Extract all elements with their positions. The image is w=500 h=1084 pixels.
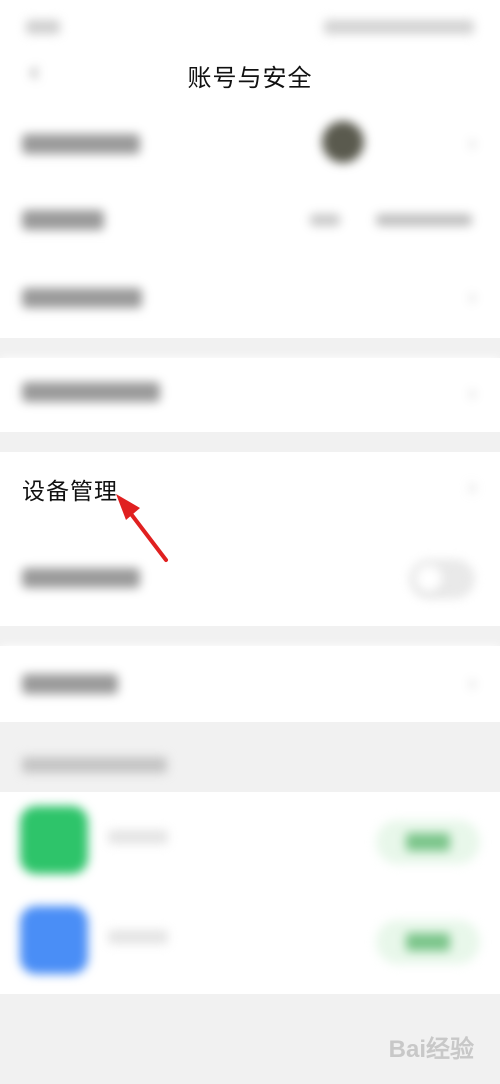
blue-app-icon — [20, 906, 88, 974]
chevron-right-icon: › — [468, 130, 476, 155]
app-action-button[interactable] — [376, 820, 480, 864]
page-title: 账号与安全 — [187, 65, 313, 92]
nav-bar: ‹ 账号与安全 — [0, 48, 500, 100]
row-third-party[interactable]: › — [0, 358, 500, 430]
chevron-right-icon: › — [468, 380, 476, 405]
avatar — [322, 121, 364, 163]
app-action-label — [406, 833, 450, 851]
row-phone[interactable] — [0, 186, 500, 252]
row-value — [376, 214, 472, 226]
row-label — [22, 674, 118, 694]
row-security-center[interactable]: › — [0, 646, 500, 720]
row-label — [22, 382, 160, 402]
row-password[interactable]: › — [0, 264, 500, 330]
status-time — [26, 20, 60, 34]
row-label — [22, 288, 142, 308]
row-avatar[interactable]: › — [0, 110, 500, 176]
chevron-right-icon: › — [468, 670, 476, 695]
section-gap — [0, 338, 500, 358]
row-label — [22, 134, 140, 154]
app-name — [108, 930, 168, 944]
app-action-button[interactable] — [376, 920, 480, 964]
toggle-switch[interactable] — [410, 560, 474, 598]
section-gap — [0, 626, 500, 646]
section-header-text — [22, 757, 167, 773]
row-value — [310, 214, 340, 226]
row-label — [22, 568, 140, 588]
device-management-label: 设备管理 — [22, 478, 118, 504]
status-icons — [324, 20, 474, 34]
chevron-right-icon: › — [468, 284, 476, 309]
toggle-knob — [415, 565, 443, 593]
row-label — [22, 210, 104, 230]
wechat-app-icon — [20, 806, 88, 874]
chevron-right-icon: › — [468, 474, 476, 499]
section-gap — [0, 432, 500, 452]
app-name — [108, 830, 168, 844]
device-management-label-area[interactable]: 设备管理 — [0, 458, 190, 522]
watermark: Bai经验 — [388, 1036, 474, 1063]
app-action-label — [406, 933, 450, 951]
